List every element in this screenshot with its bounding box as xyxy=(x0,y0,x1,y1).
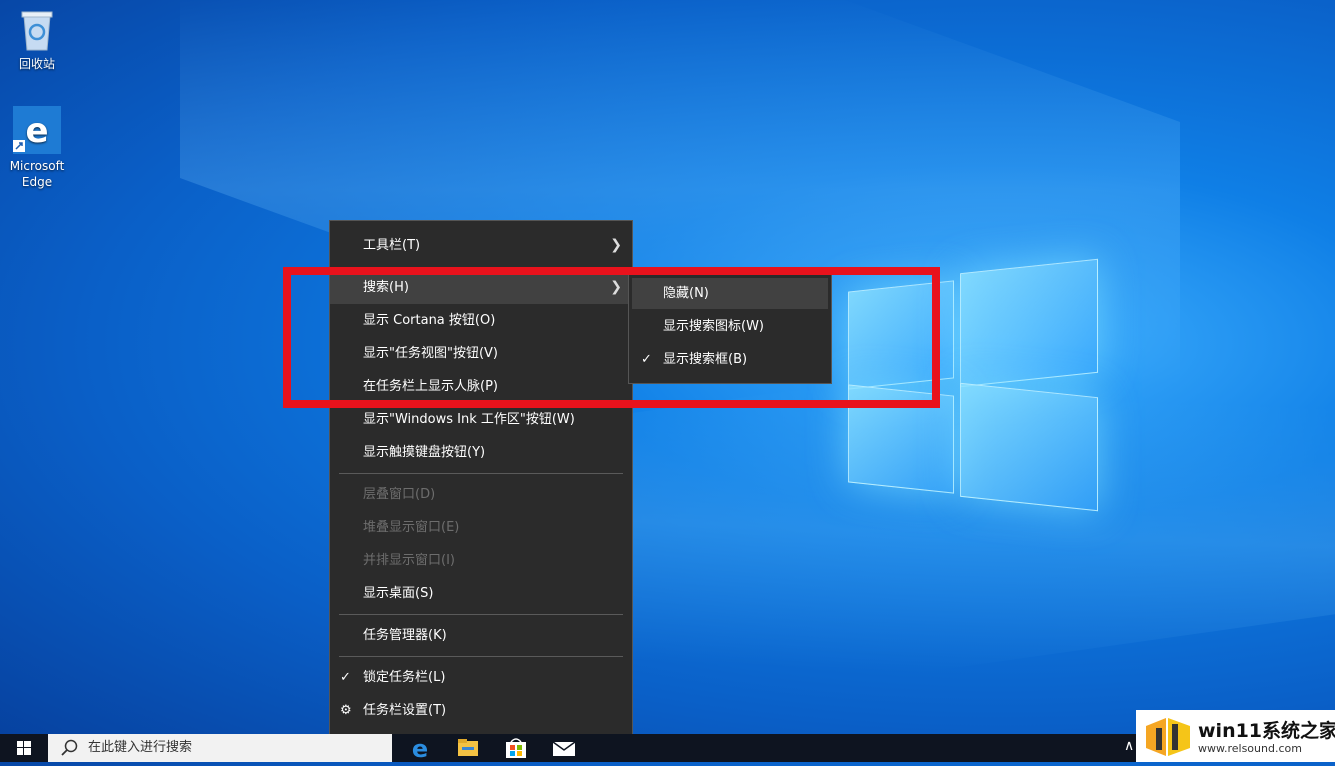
recycle-bin-icon xyxy=(20,8,54,52)
taskbar-file-explorer-button[interactable] xyxy=(444,734,492,762)
menu-item-label: 显示桌面(S) xyxy=(363,586,434,601)
search-icon xyxy=(61,739,78,756)
menu-item-show-desktop[interactable]: 显示桌面(S) xyxy=(330,577,632,610)
watermark-title: win11系统之家 xyxy=(1198,720,1335,742)
search-placeholder: 在此键入进行搜索 xyxy=(88,740,193,755)
menu-item-side-by-side: 并排显示窗口(I) xyxy=(330,544,632,577)
menu-item-label: 任务栏设置(T) xyxy=(363,703,447,718)
menu-item-task-manager[interactable]: 任务管理器(K) xyxy=(330,619,632,652)
watermark-url: www.relsound.com xyxy=(1198,742,1302,755)
watermark: win11系统之家 www.relsound.com xyxy=(1136,710,1335,762)
recycle-bin-shortcut[interactable]: 回收站 xyxy=(2,8,72,72)
windows-start-icon xyxy=(17,741,31,755)
store-icon xyxy=(506,738,526,758)
menu-item-label: 并排显示窗口(I) xyxy=(363,553,455,568)
start-button[interactable] xyxy=(0,734,48,762)
menu-item-label: 任务管理器(K) xyxy=(363,628,447,643)
watermark-logo-icon xyxy=(1146,718,1190,756)
menu-separator xyxy=(339,656,623,657)
taskbar-store-button[interactable] xyxy=(492,734,540,762)
menu-item-label: 层叠窗口(D) xyxy=(363,487,436,502)
menu-item-label: 锁定任务栏(L) xyxy=(363,670,446,685)
edge-icon: e xyxy=(412,735,428,763)
gear-icon: ⚙ xyxy=(340,703,352,718)
menu-item-label: 堆叠显示窗口(E) xyxy=(363,520,460,535)
menu-item-label: 显示触摸键盘按钮(Y) xyxy=(363,445,486,460)
menu-item-touch-keyboard[interactable]: 显示触摸键盘按钮(Y) xyxy=(330,436,632,469)
menu-separator xyxy=(339,473,623,474)
mail-icon xyxy=(552,741,576,756)
chevron-up-icon[interactable]: ∧ xyxy=(1124,738,1134,754)
edge-shortcut[interactable]: e Microsoft Edge xyxy=(2,106,72,190)
checkmark-icon: ✓ xyxy=(340,670,351,685)
svg-text:e: e xyxy=(412,735,428,762)
menu-item-cascade: 层叠窗口(D) xyxy=(330,478,632,511)
menu-separator xyxy=(339,614,623,615)
desktop-icon-label: Microsoft Edge xyxy=(9,159,65,189)
desktop-icon-label: 回收站 xyxy=(18,57,55,71)
file-explorer-icon xyxy=(458,739,478,756)
menu-item-label: 工具栏(T) xyxy=(363,238,421,253)
menu-item-taskbar-settings[interactable]: ⚙ 任务栏设置(T) xyxy=(330,694,632,727)
menu-item-lock-taskbar[interactable]: ✓ 锁定任务栏(L) xyxy=(330,661,632,694)
taskbar-search-box[interactable]: 在此键入进行搜索 xyxy=(48,734,392,762)
taskbar: 在此键入进行搜索 e ∧ xyxy=(0,734,1335,763)
edge-icon: e xyxy=(13,106,61,154)
annotation-highlight-box xyxy=(283,267,940,408)
menu-item-stack: 堆叠显示窗口(E) xyxy=(330,511,632,544)
menu-item-toolbars[interactable]: 工具栏(T) ❯ xyxy=(330,229,632,262)
taskbar-mail-button[interactable] xyxy=(540,734,588,762)
chevron-right-icon: ❯ xyxy=(610,237,622,253)
svg-text:e: e xyxy=(25,111,48,151)
taskbar-edge-button[interactable]: e xyxy=(396,734,444,763)
